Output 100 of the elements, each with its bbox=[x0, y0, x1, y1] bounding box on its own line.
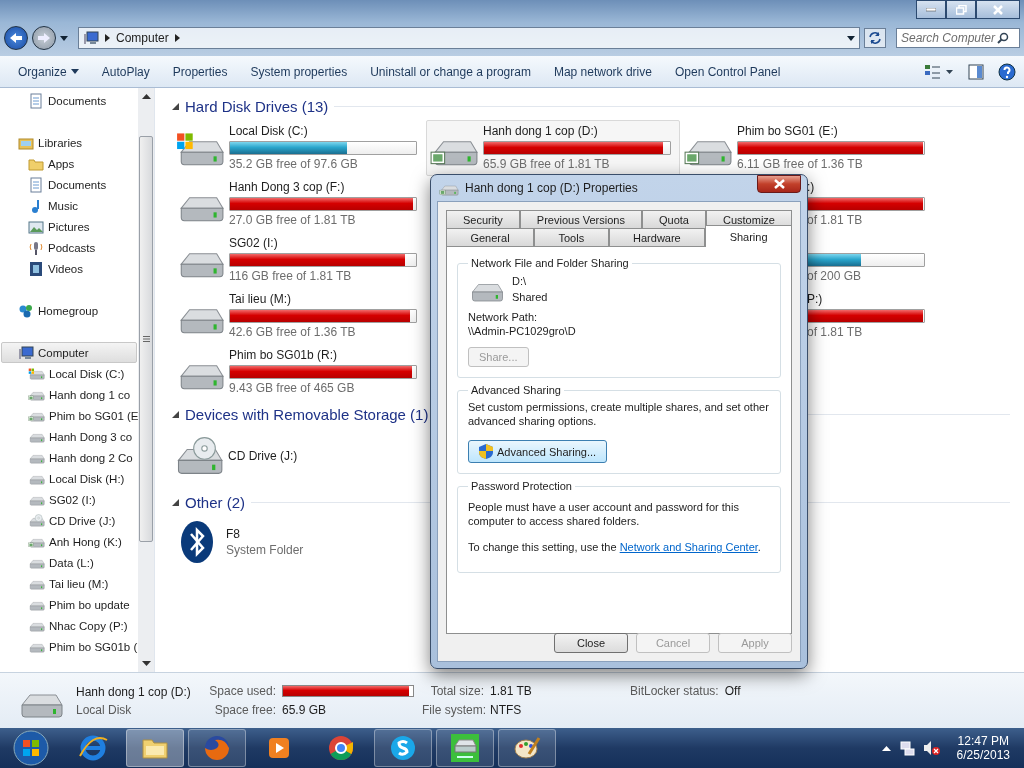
tab[interactable]: Previous Versions bbox=[519, 210, 642, 228]
nav-item[interactable]: Apps bbox=[1, 153, 138, 174]
toolbar-button[interactable]: Organize bbox=[10, 60, 87, 83]
drive-free-space: 116 GB free of 1.81 TB bbox=[229, 269, 353, 284]
grip-icon bbox=[142, 336, 150, 342]
nav-item[interactable]: Phim bo SG01b ( bbox=[1, 636, 138, 657]
address-bar[interactable]: Computer bbox=[78, 27, 860, 49]
collapse-arrow-icon[interactable] bbox=[172, 498, 179, 506]
nav-item[interactable]: Local Disk (C:) bbox=[1, 363, 138, 384]
nav-item[interactable]: CD Drive (J:) bbox=[1, 510, 138, 531]
scrollbar-thumb[interactable] bbox=[139, 136, 154, 542]
help-icon[interactable] bbox=[998, 62, 1016, 81]
drive-tile[interactable]: Local Disk (C:) 35.2 GB free of 97.6 GB bbox=[172, 120, 426, 176]
nav-item[interactable]: Documents bbox=[1, 90, 138, 111]
nav-item[interactable]: Phim bo SG01 (E bbox=[1, 405, 138, 426]
network-icon[interactable] bbox=[898, 740, 915, 756]
dialog-button[interactable]: Close bbox=[554, 633, 628, 653]
back-arrow-icon bbox=[9, 32, 23, 44]
network-path: \\Admin-PC1029gro\D bbox=[468, 325, 577, 337]
nav-item[interactable]: Anh Hong (K:) bbox=[1, 531, 138, 552]
preview-pane-icon[interactable] bbox=[968, 63, 984, 80]
minimize-button[interactable] bbox=[916, 0, 946, 19]
action-button[interactable]: Advanced Sharing... bbox=[468, 440, 608, 463]
nav-item[interactable]: Phim bo update bbox=[1, 594, 138, 615]
group-header[interactable]: Devices with Removable Storage (1) bbox=[185, 405, 429, 423]
drive-tile[interactable]: Tai lieu (M:) 42.6 GB free of 1.36 TB bbox=[172, 288, 426, 344]
nav-item[interactable]: Documents bbox=[1, 174, 138, 195]
show-hidden-icons-icon[interactable] bbox=[881, 745, 891, 751]
collapse-arrow-icon[interactable] bbox=[172, 102, 179, 110]
tab[interactable]: Sharing bbox=[705, 225, 792, 247]
tab[interactable]: General bbox=[446, 228, 535, 246]
toolbar-button[interactable]: Uninstall or change a program bbox=[362, 60, 539, 83]
start-button[interactable] bbox=[12, 729, 50, 767]
network-center-link[interactable]: Network and Sharing Center bbox=[619, 541, 758, 553]
drive-tile[interactable]: Phim bo SG01 (E:) 6.11 GB free of 1.36 TB bbox=[680, 120, 934, 176]
drive-tile[interactable]: SG02 (I:) 116 GB free of 1.81 TB bbox=[172, 232, 426, 288]
nav-item[interactable]: Hanh dong 1 co bbox=[1, 384, 138, 405]
drive-name: :) bbox=[807, 180, 815, 195]
clock-date[interactable]: 6/25/2013 bbox=[956, 748, 1010, 762]
taskbar-button[interactable] bbox=[374, 729, 432, 767]
field-value: 1.81 TB bbox=[490, 684, 532, 698]
nav-item[interactable]: Videos bbox=[1, 258, 138, 279]
bluetooth-icon[interactable] bbox=[180, 520, 214, 564]
tab[interactable]: Security bbox=[446, 210, 520, 228]
breadcrumb-arrow-icon bbox=[174, 34, 180, 42]
nav-item[interactable]: Pictures bbox=[1, 216, 138, 237]
nav-item[interactable]: Hanh Dong 3 co bbox=[1, 426, 138, 447]
toolbar-button[interactable]: AutoPlay bbox=[93, 60, 158, 83]
history-caret-icon[interactable] bbox=[60, 35, 68, 41]
dialog-title: Hanh dong 1 cop (D:) Properties bbox=[465, 181, 638, 195]
toolbar-button[interactable]: Map network drive bbox=[545, 60, 660, 83]
tab[interactable]: Quota bbox=[641, 210, 706, 228]
scroll-up-icon[interactable] bbox=[141, 94, 151, 99]
field-value: NTFS bbox=[490, 703, 522, 717]
nav-item[interactable]: Homegroup bbox=[1, 300, 138, 321]
nav-item[interactable]: Music bbox=[1, 195, 138, 216]
toolbar-button[interactable]: Properties bbox=[164, 60, 236, 83]
dropdown-caret-icon[interactable] bbox=[847, 35, 855, 41]
refresh-button[interactable] bbox=[864, 28, 886, 48]
collapse-arrow-icon[interactable] bbox=[172, 410, 179, 418]
toolbar-button[interactable]: System properties bbox=[242, 60, 356, 83]
drive-tile[interactable]: Hanh dong 1 cop (D:) 65.9 GB free of 1.81 TB bbox=[426, 120, 680, 176]
drive-tile[interactable]: Phim bo SG01b (R:) 9.43 GB free of 465 GB bbox=[172, 344, 426, 400]
nav-item[interactable]: Nhac Copy (P:) bbox=[1, 615, 138, 636]
drive-tile[interactable]: Hanh Dong 3 cop (F:) 27.0 GB free of 1.81 TB bbox=[172, 176, 426, 232]
back-button[interactable] bbox=[4, 26, 28, 50]
nav-item[interactable]: Podcasts bbox=[1, 237, 138, 258]
breadcrumb-item[interactable]: Computer bbox=[116, 31, 169, 45]
volume-muted-icon[interactable] bbox=[922, 740, 941, 756]
group-header[interactable]: Other (2) bbox=[185, 493, 245, 511]
tab[interactable]: Tools bbox=[534, 228, 609, 246]
item-name[interactable]: F8 bbox=[226, 526, 416, 541]
field-value: Off bbox=[724, 684, 741, 698]
nav-item[interactable]: Hanh dong 2 Co bbox=[1, 447, 138, 468]
tab[interactable]: Hardware bbox=[608, 228, 706, 246]
drive-name[interactable]: CD Drive (J:) bbox=[228, 449, 298, 463]
clock-time[interactable]: 12:47 PM bbox=[957, 734, 1009, 748]
taskbar-button[interactable] bbox=[498, 729, 556, 767]
scroll-down-icon[interactable] bbox=[141, 661, 151, 666]
microphone-icon bbox=[28, 239, 44, 256]
field-label: Space free: bbox=[213, 703, 276, 717]
breadcrumb-arrow-icon bbox=[105, 34, 110, 42]
drive-free-space: 6.11 GB free of 1.36 TB bbox=[737, 157, 864, 172]
scrollbar[interactable] bbox=[138, 88, 154, 672]
close-button[interactable] bbox=[976, 0, 1020, 19]
nav-item[interactable]: Local Disk (H:) bbox=[1, 468, 138, 489]
nav-item[interactable]: Libraries bbox=[1, 132, 138, 153]
nav-item[interactable]: Tai lieu (M:) bbox=[1, 573, 138, 594]
toolbar-button[interactable]: Open Control Panel bbox=[666, 60, 789, 83]
nav-item[interactable]: Data (L:) bbox=[1, 552, 138, 573]
close-button[interactable] bbox=[757, 175, 801, 193]
maximize-button[interactable] bbox=[946, 0, 976, 19]
nav-item[interactable]: Computer bbox=[1, 342, 138, 363]
group-description: Set custom permissions, create multiple shares, and set other advanced sharing options. bbox=[468, 400, 770, 428]
forward-button[interactable] bbox=[32, 26, 56, 50]
view-options-icon[interactable] bbox=[924, 63, 954, 80]
taskbar-button[interactable] bbox=[436, 729, 494, 767]
nav-item[interactable]: SG02 (I:) bbox=[1, 489, 138, 510]
group-header[interactable]: Hard Disk Drives (13) bbox=[185, 97, 329, 115]
search-field[interactable]: Search Computer bbox=[896, 28, 1020, 48]
